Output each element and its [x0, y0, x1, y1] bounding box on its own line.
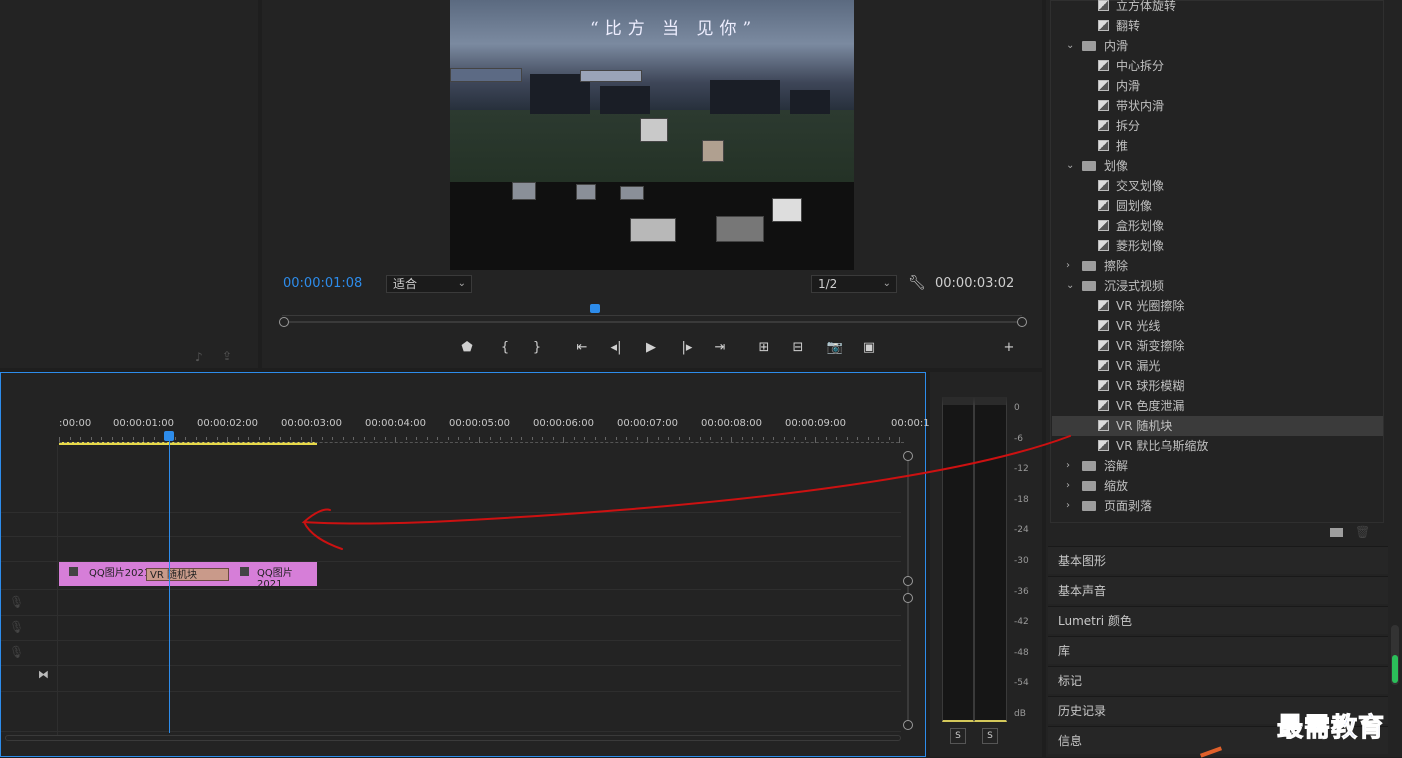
annotation-arrow: [301, 435, 1071, 550]
